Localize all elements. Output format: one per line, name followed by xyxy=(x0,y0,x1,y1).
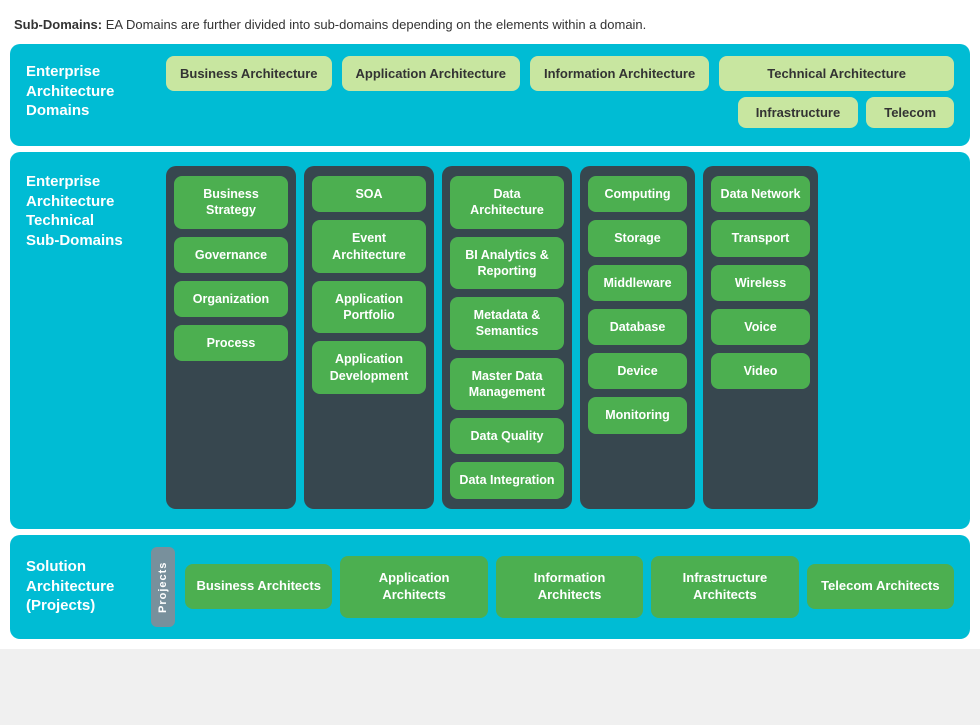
item-data-network: Data Network xyxy=(711,176,810,212)
architect-information: Information Architects xyxy=(496,556,643,618)
domain-boxes-row: Business Architecture Application Archit… xyxy=(166,56,954,128)
projects-tag: Projects xyxy=(151,547,175,627)
tech-subdomains-section: Enterprise Architecture Technical Sub-Do… xyxy=(10,152,970,529)
item-master-data: Master Data Management xyxy=(450,358,564,411)
item-device: Device xyxy=(588,353,687,389)
technical-sub-row: Infrastructure Telecom xyxy=(719,97,954,128)
column-infrastructure: Computing Storage Middleware Database De… xyxy=(580,166,695,509)
technical-arch-group: Technical Architecture Infrastructure Te… xyxy=(719,56,954,128)
item-computing: Computing xyxy=(588,176,687,212)
subtitle-bold: Sub-Domains: xyxy=(14,17,102,32)
item-middleware: Middleware xyxy=(588,265,687,301)
architect-telecom: Telecom Architects xyxy=(807,564,954,609)
columns-area: Business Strategy Governance Organizatio… xyxy=(166,166,954,509)
item-bi-analytics: BI Analytics & Reporting xyxy=(450,237,564,290)
domain-technical: Technical Architecture xyxy=(719,56,954,91)
domain-information: Information Architecture xyxy=(530,56,709,91)
page: Sub-Domains: EA Domains are further divi… xyxy=(0,0,980,649)
item-database: Database xyxy=(588,309,687,345)
tech-subdomains-label: Enterprise Architecture Technical Sub-Do… xyxy=(26,172,156,509)
sub-telecom: Telecom xyxy=(866,97,954,128)
solution-architecture-section: Solution Architecture (Projects) Project… xyxy=(10,535,970,639)
architect-business: Business Architects xyxy=(185,564,332,609)
item-voice: Voice xyxy=(711,309,810,345)
item-data-integration: Data Integration xyxy=(450,462,564,498)
solution-label: Solution Architecture (Projects) xyxy=(26,557,141,616)
subtitle-rest: EA Domains are further divided into sub-… xyxy=(102,17,646,32)
domain-application: Application Architecture xyxy=(342,56,520,91)
item-video: Video xyxy=(711,353,810,389)
subtitle-text: Sub-Domains: EA Domains are further divi… xyxy=(10,10,970,44)
item-app-dev: Application Development xyxy=(312,341,426,394)
item-soa: SOA xyxy=(312,176,426,212)
sub-infrastructure: Infrastructure xyxy=(738,97,859,128)
ea-domains-section: Enterprise Architecture Domains Business… xyxy=(10,44,970,146)
item-event-arch: Event Architecture xyxy=(312,220,426,273)
item-data-arch: Data Architecture xyxy=(450,176,564,229)
item-transport: Transport xyxy=(711,220,810,256)
item-organization: Organization xyxy=(174,281,288,317)
domains-area: Business Architecture Application Archit… xyxy=(166,56,954,128)
item-monitoring: Monitoring xyxy=(588,397,687,433)
item-metadata: Metadata & Semantics xyxy=(450,297,564,350)
column-business: Business Strategy Governance Organizatio… xyxy=(166,166,296,509)
architect-application: Application Architects xyxy=(340,556,487,618)
column-application: SOA Event Architecture Application Portf… xyxy=(304,166,434,509)
domain-business: Business Architecture xyxy=(166,56,332,91)
item-governance: Governance xyxy=(174,237,288,273)
item-data-quality: Data Quality xyxy=(450,418,564,454)
item-business-strategy: Business Strategy xyxy=(174,176,288,229)
item-wireless: Wireless xyxy=(711,265,810,301)
column-network: Data Network Transport Wireless Voice Vi… xyxy=(703,166,818,509)
item-process: Process xyxy=(174,325,288,361)
item-storage: Storage xyxy=(588,220,687,256)
ea-domains-label: Enterprise Architecture Domains xyxy=(26,62,156,121)
architects-row: Business Architects Application Architec… xyxy=(185,556,954,618)
item-app-portfolio: Application Portfolio xyxy=(312,281,426,334)
architect-infrastructure: Infrastructure Architects xyxy=(651,556,798,618)
column-information: Data Architecture BI Analytics & Reporti… xyxy=(442,166,572,509)
